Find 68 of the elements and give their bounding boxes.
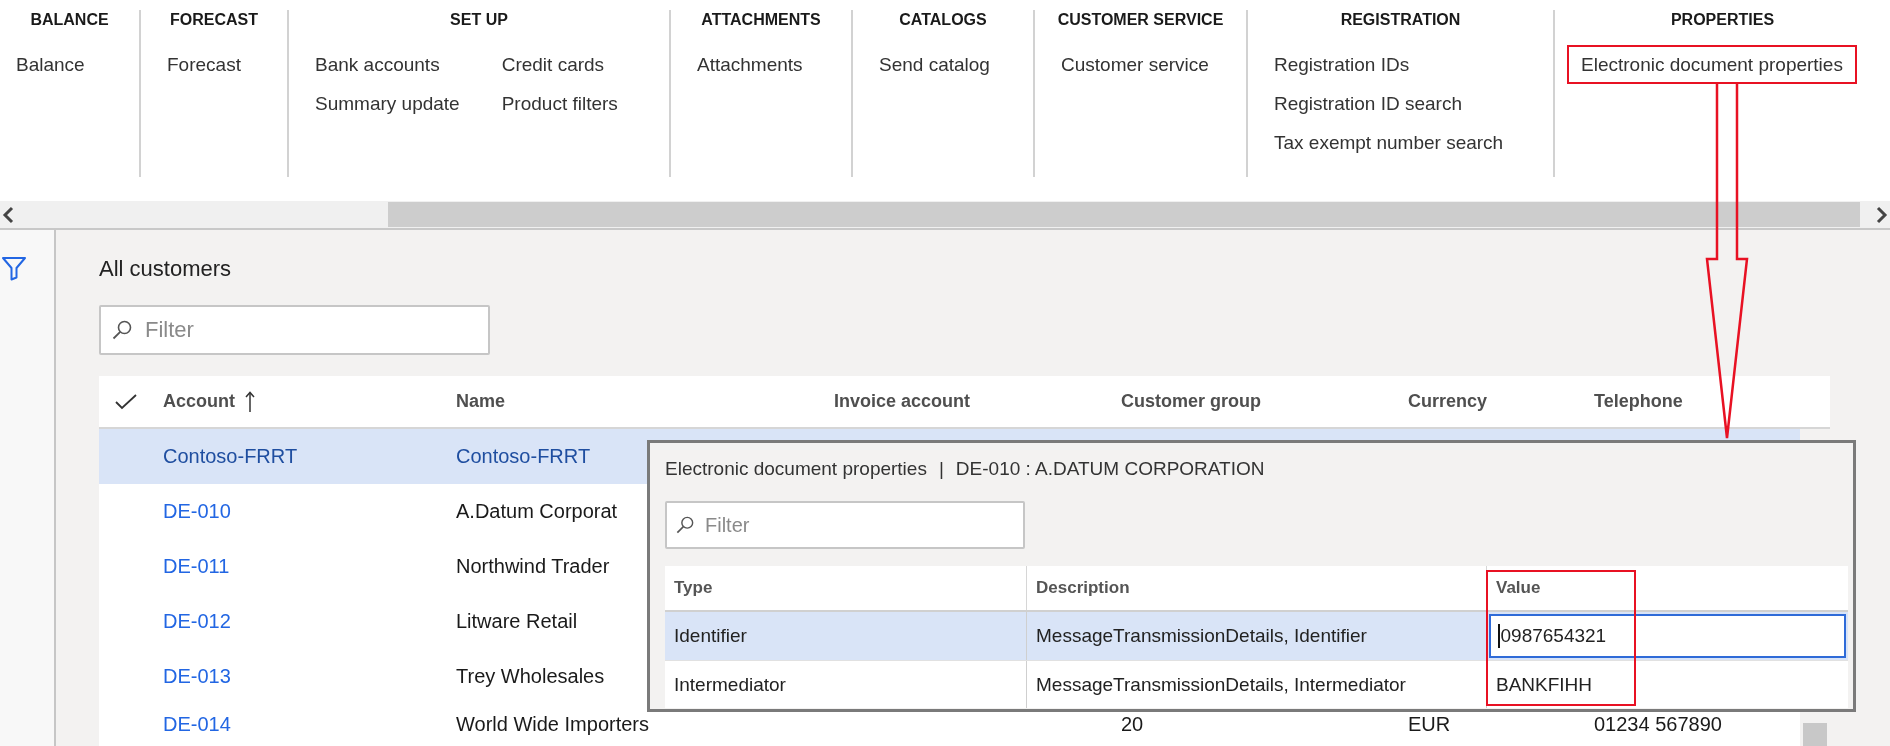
account-link[interactable]: Contoso-FRRT (163, 445, 298, 467)
table-cell: Contoso-FRRT (456, 445, 591, 467)
group-title: REGISTRATION (1340, 10, 1461, 30)
table-cell: A.Datum Corporat (456, 500, 618, 522)
group-title: CATALOGS (899, 10, 987, 30)
group-title: BALANCE (30, 10, 109, 30)
ribbon-link[interactable]: Summary update (301, 84, 474, 123)
table-cell: MessageTransmissionDetails, Intermediator (1036, 673, 1406, 696)
list-title: All customers (99, 255, 232, 283)
scrollbar-thumb[interactable] (1803, 723, 1827, 746)
ribbon-link[interactable]: Forecast (153, 45, 255, 84)
chevron-right-icon[interactable] (1876, 205, 1888, 224)
ribbon-link[interactable]: Bank accounts (301, 45, 454, 84)
group-title: PROPERTIES (1670, 10, 1775, 30)
account-link[interactable]: DE-010 (163, 500, 231, 522)
account-link[interactable]: DE-011 (163, 555, 230, 577)
group-title: SET UP (450, 10, 508, 30)
chevron-left-icon[interactable] (2, 205, 14, 224)
dialog-title: Electronic document properties (665, 458, 927, 480)
column-header[interactable]: Currency (1408, 391, 1488, 412)
table-cell: EUR (1408, 713, 1451, 735)
column-header[interactable]: Invoice account (834, 391, 971, 412)
filter-field[interactable]: Filter (665, 501, 1025, 549)
filter-icon[interactable] (1, 255, 27, 281)
search-icon (112, 320, 132, 340)
ribbon-link[interactable]: Customer service (1047, 45, 1223, 84)
text-cursor (1498, 624, 1500, 648)
table-cell: World Wide Importers (456, 713, 649, 735)
scrollbar-thumb[interactable] (388, 202, 1860, 227)
ribbon-link[interactable]: Registration IDs (1260, 45, 1424, 84)
column-header[interactable]: Description (1036, 578, 1130, 598)
table-cell: Trey Wholesales (456, 665, 605, 687)
filter-field[interactable]: Filter (99, 305, 490, 355)
table-cell: BANKFIHH (1496, 673, 1593, 696)
title-separator: | (938, 458, 944, 480)
group-title: ATTACHMENTS (701, 10, 821, 30)
table-cell: Litware Retail (456, 610, 578, 632)
table-row[interactable]: Identifier MessageTransmissionDetails, Identifier 0987654321 (665, 612, 1848, 660)
ribbon-link[interactable]: Electronic document properties (1567, 45, 1857, 84)
ribbon-link[interactable]: Credit cards (487, 45, 619, 84)
account-link[interactable]: DE-014 (163, 713, 231, 735)
value-input[interactable]: 0987654321 (1489, 614, 1846, 658)
table-cell: Identifier (674, 625, 747, 647)
ribbon-link[interactable]: Balance (2, 45, 99, 84)
column-header[interactable]: Type (674, 578, 713, 598)
ribbon-link[interactable]: Product filters (487, 84, 632, 123)
record-title: DE-010 : A.DATUM CORPORATION (955, 458, 1265, 480)
column-header[interactable]: Customer group (1121, 391, 1261, 412)
account-link[interactable]: DE-012 (163, 610, 231, 632)
ribbon-link[interactable]: Send catalog (865, 45, 1004, 84)
search-icon (676, 516, 694, 534)
table-cell: Intermediator (674, 673, 786, 696)
table-cell: MessageTransmissionDetails, Identifier (1036, 625, 1367, 647)
table-cell: 01234 567890 (1594, 713, 1722, 735)
group-title: FORECAST (170, 10, 258, 30)
ribbon-link[interactable]: Tax exempt number search (1260, 123, 1518, 162)
table-cell: 20 (1121, 713, 1144, 735)
column-header[interactable]: Telephone (1594, 391, 1683, 412)
horizontal-scrollbar[interactable] (0, 201, 1890, 228)
account-link[interactable]: DE-013 (163, 665, 231, 687)
column-header[interactable]: Account (163, 390, 255, 413)
table-cell: Northwind Trader (456, 555, 610, 577)
ribbon-link[interactable]: Registration ID search (1260, 84, 1476, 123)
ribbon-link[interactable]: Attachments (683, 45, 817, 84)
group-title: CUSTOMER SERVICE (1057, 10, 1224, 30)
select-all-check-icon[interactable] (115, 393, 137, 410)
column-header[interactable]: Value (1496, 578, 1541, 598)
column-header[interactable]: Name (456, 391, 506, 412)
